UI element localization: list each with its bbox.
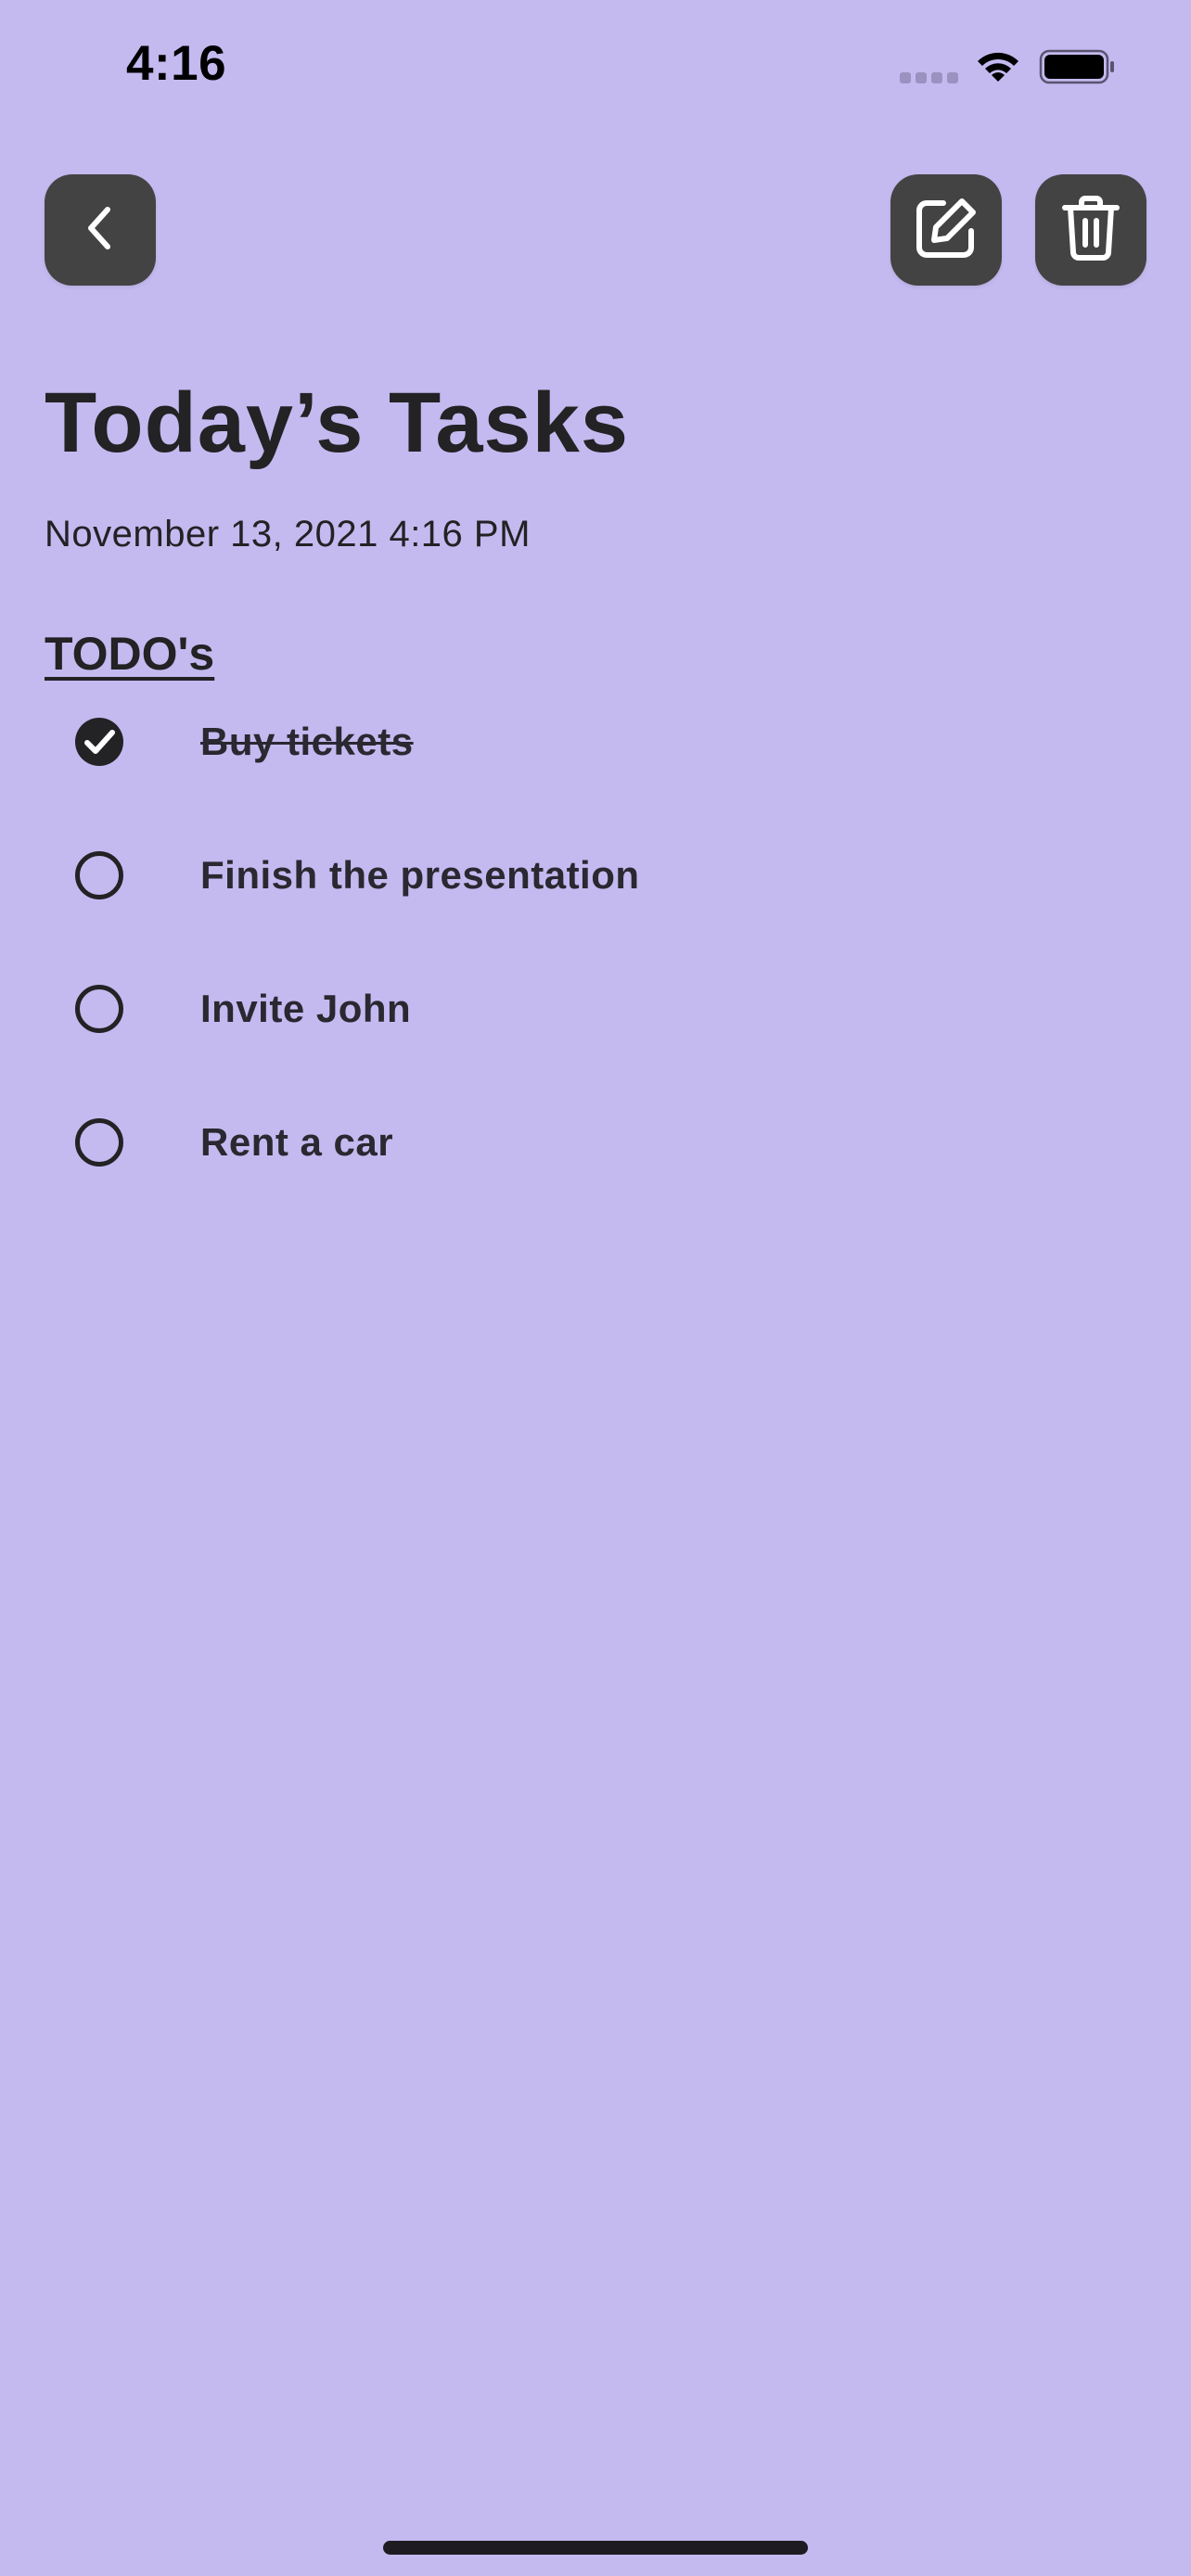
todo-item[interactable]: Finish the presentation xyxy=(74,838,909,912)
delete-button[interactable] xyxy=(1035,174,1146,286)
status-bar: 4:16 xyxy=(0,0,1191,139)
page-title: Today’s Tasks xyxy=(45,376,630,470)
pencil-square-icon xyxy=(914,196,979,265)
back-button[interactable] xyxy=(45,174,156,286)
checked-circle-icon[interactable] xyxy=(74,717,124,767)
home-indicator[interactable] xyxy=(383,2541,808,2555)
todo-item[interactable]: Buy tickets xyxy=(74,705,909,779)
trash-icon xyxy=(1061,195,1121,266)
todo-item[interactable]: Invite John xyxy=(74,972,909,1046)
todos-section-title: TODO's xyxy=(45,628,215,680)
todo-label: Rent a car xyxy=(200,1120,394,1164)
todo-label: Finish the presentation xyxy=(200,853,640,897)
status-time: 4:16 xyxy=(126,36,227,91)
battery-icon xyxy=(1039,48,1117,85)
chevron-left-icon xyxy=(82,202,119,259)
todo-item[interactable]: Rent a car xyxy=(74,1105,909,1180)
unchecked-circle-icon[interactable] xyxy=(74,1117,124,1167)
todo-label: Buy tickets xyxy=(200,720,414,763)
note-datetime: November 13, 2021 4:16 PM xyxy=(45,514,531,555)
unchecked-circle-icon[interactable] xyxy=(74,850,124,900)
todo-label: Invite John xyxy=(200,987,412,1030)
cellular-signal-icon xyxy=(900,72,959,85)
edit-button[interactable] xyxy=(890,174,1002,286)
unchecked-circle-icon[interactable] xyxy=(74,984,124,1034)
wifi-icon xyxy=(974,46,1022,85)
